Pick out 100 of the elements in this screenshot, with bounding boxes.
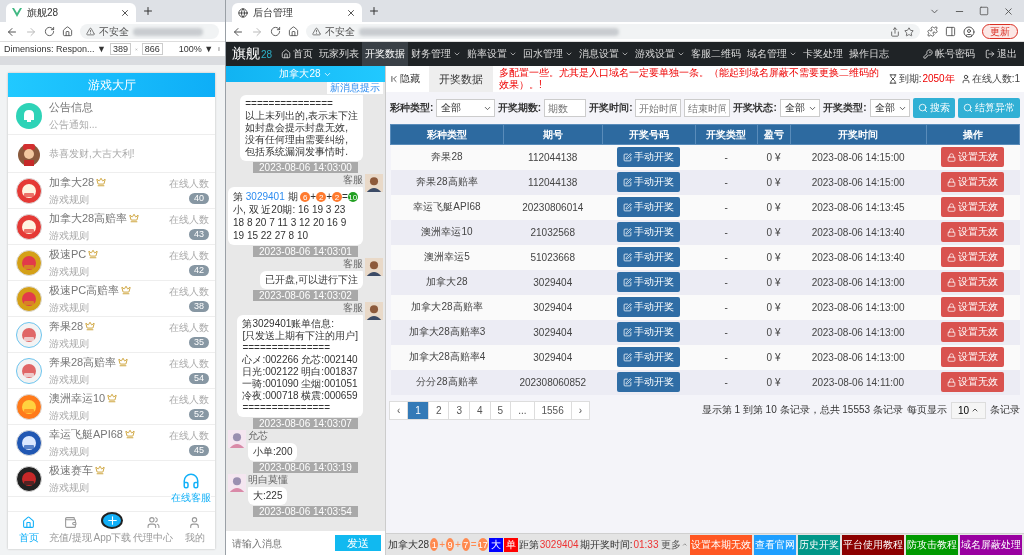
password-link[interactable]: 帐号密码 bbox=[920, 42, 978, 66]
manual-draw-button[interactable]: 手动开奖 bbox=[617, 172, 681, 192]
warning-icon bbox=[86, 27, 95, 36]
warning-icon bbox=[312, 27, 321, 36]
per-page-suffix: 条记录 bbox=[990, 403, 1020, 417]
select-field[interactable]: 全部 bbox=[779, 99, 821, 117]
input-field[interactable]: 期数 bbox=[544, 99, 587, 117]
set-invalid-button[interactable]: 设置无效 bbox=[941, 247, 1005, 267]
manual-draw-button[interactable]: 手动开奖 bbox=[617, 347, 681, 367]
message-input[interactable]: 请输入消息 bbox=[226, 531, 333, 555]
nav-item[interactable]: 开奖数据 bbox=[362, 42, 409, 66]
page-tab[interactable]: 开奖数据 bbox=[429, 66, 493, 92]
action-button[interactable]: 平台使用教程 bbox=[842, 534, 904, 555]
table-cell: 奔果28高赔率 bbox=[390, 169, 504, 195]
new-message-link[interactable]: 新消息提示 bbox=[327, 82, 383, 94]
nav-item[interactable]: 域名管理 bbox=[744, 42, 801, 66]
home-icon bbox=[62, 26, 73, 37]
hide-button[interactable]: 隐藏 bbox=[386, 72, 423, 86]
manual-draw-button[interactable]: 手动开奖 bbox=[617, 322, 681, 342]
game-logo-icon bbox=[16, 321, 42, 348]
timestamp: 2023-08-06 14:03:19 bbox=[253, 462, 358, 473]
nav-item[interactable]: 客服二维码 bbox=[688, 42, 745, 66]
width-field[interactable]: 389 bbox=[109, 43, 131, 55]
manual-draw-button[interactable]: 手动开奖 bbox=[617, 197, 681, 217]
manual-draw-button[interactable]: 手动开奖 bbox=[617, 222, 681, 242]
nav-item[interactable]: 回水管理 bbox=[520, 42, 577, 66]
users-icon bbox=[146, 516, 160, 529]
set-invalid-button[interactable]: 设置无效 bbox=[941, 372, 1005, 392]
edit-icon bbox=[623, 352, 633, 362]
next-page-button[interactable]: › bbox=[570, 400, 591, 420]
per-page-dropdown[interactable]: 10 bbox=[950, 401, 986, 419]
game-item[interactable]: 极速PC 游戏规则 在线人数 42 bbox=[8, 245, 215, 281]
nav-item[interactable]: 赔率设置 bbox=[464, 42, 521, 66]
set-invalid-button[interactable]: 设置无效 bbox=[941, 197, 1005, 217]
tab-bar-item[interactable]: 我的 bbox=[173, 512, 215, 549]
set-invalid-button[interactable]: 设置无效 bbox=[941, 147, 1005, 168]
manual-draw-button[interactable]: 手动开奖 bbox=[617, 372, 681, 392]
action-button[interactable]: 查看官网 bbox=[754, 534, 796, 555]
page-button[interactable]: ... bbox=[510, 400, 535, 420]
game-item[interactable]: 奔果28高赔率 游戏规则 在线人数 54 bbox=[8, 353, 215, 389]
nav-item[interactable]: 操作日志 bbox=[846, 42, 893, 66]
game-item[interactable]: 加拿大28高赔率 游戏规则 在线人数 43 bbox=[8, 209, 215, 245]
page-button[interactable]: 1556 bbox=[533, 400, 572, 420]
table-cell: 加拿大28高赔率3 bbox=[390, 319, 504, 345]
previous-page-button[interactable]: ‹ bbox=[389, 400, 409, 420]
nav-item[interactable]: 财务管理 bbox=[408, 42, 465, 66]
action-button[interactable]: 防攻击教程 bbox=[906, 534, 958, 555]
online-count: 45 bbox=[189, 445, 209, 456]
game-name: 奔果28 bbox=[49, 318, 84, 334]
nav-item[interactable]: 首页 bbox=[278, 42, 317, 66]
page-button[interactable]: 4 bbox=[469, 400, 491, 420]
zoom-dropdown[interactable]: 100% ▼ bbox=[178, 44, 214, 54]
page-button[interactable]: 1 bbox=[407, 400, 429, 420]
sender-name: 明白莫懂 bbox=[248, 474, 288, 486]
nav-item[interactable]: 玩家列表 bbox=[316, 42, 363, 66]
dimensions-dropdown[interactable]: Dimensions: Respon... ▼ bbox=[4, 44, 106, 54]
action-button[interactable]: 历史开奖 bbox=[798, 534, 840, 555]
table-cell: 分分28高赔率 bbox=[390, 369, 504, 395]
nav-item[interactable]: 消息设置 bbox=[576, 42, 633, 66]
edit-icon bbox=[623, 302, 633, 312]
browser-tab[interactable]: 旗舰28 bbox=[6, 3, 136, 22]
lock-icon bbox=[947, 177, 957, 187]
game-name: 加拿大28 bbox=[49, 174, 95, 190]
update-button[interactable]: 更新 bbox=[982, 24, 1018, 39]
game-item[interactable]: 幸运飞艇API68 游戏规则 在线人数 45 bbox=[8, 425, 215, 461]
game-item[interactable]: 极速PC高赔率 游戏规则 在线人数 38 bbox=[8, 281, 215, 317]
set-invalid-button[interactable]: 设置无效 bbox=[941, 172, 1005, 192]
page-button[interactable]: 3 bbox=[448, 400, 471, 420]
game-item[interactable]: 加拿大28 游戏规则 在线人数 40 bbox=[8, 173, 215, 209]
manual-draw-button[interactable]: 手动开奖 bbox=[617, 147, 681, 168]
logout-link[interactable]: 退出 bbox=[982, 42, 1020, 66]
set-invalid-button[interactable]: 设置无效 bbox=[941, 322, 1005, 342]
page-button[interactable]: 5 bbox=[489, 400, 512, 420]
manual-draw-button[interactable]: 手动开奖 bbox=[617, 247, 681, 267]
set-invalid-button[interactable]: 设置无效 bbox=[941, 297, 1005, 317]
action-button[interactable]: 设置本期无效 bbox=[690, 534, 752, 555]
game-item[interactable]: 奔果28 游戏规则 在线人数 35 bbox=[8, 317, 215, 353]
select-field[interactable]: 全部 bbox=[869, 99, 910, 117]
address-bar[interactable]: 不安全 bbox=[80, 24, 219, 39]
height-field[interactable]: 866 bbox=[141, 43, 163, 55]
manual-draw-button[interactable]: 手动开奖 bbox=[617, 272, 681, 292]
tab-bar-item[interactable]: App下载 bbox=[91, 512, 133, 549]
game-item[interactable]: 澳洲幸运10 游戏规则 在线人数 52 bbox=[8, 389, 215, 425]
page-button[interactable]: 2 bbox=[427, 400, 450, 420]
nav-item[interactable]: 卡奖处理 bbox=[800, 42, 847, 66]
tab-bar-item[interactable]: 代理中心 bbox=[132, 512, 174, 549]
timestamp: 2023-08-06 14:03:01 bbox=[253, 246, 358, 257]
action-button[interactable]: 域名屏蔽处理 bbox=[960, 534, 1022, 555]
game-logo-icon bbox=[16, 285, 42, 312]
address-bar[interactable]: 不安全 bbox=[306, 24, 920, 39]
tab-bar-item[interactable]: 充值/提现 bbox=[49, 512, 92, 549]
select-field[interactable]: 全部 bbox=[436, 99, 495, 117]
set-invalid-button[interactable]: 设置无效 bbox=[941, 272, 1005, 292]
table-cell: 0 ¥ bbox=[757, 269, 791, 295]
browser-tab[interactable]: 后台管理 bbox=[232, 3, 362, 22]
set-invalid-button[interactable]: 设置无效 bbox=[941, 222, 1005, 242]
nav-item[interactable]: 游戏设置 bbox=[632, 42, 689, 66]
manual-draw-button[interactable]: 手动开奖 bbox=[617, 297, 681, 317]
set-invalid-button[interactable]: 设置无效 bbox=[941, 347, 1005, 367]
more-link[interactable]: 更多 bbox=[661, 537, 682, 552]
